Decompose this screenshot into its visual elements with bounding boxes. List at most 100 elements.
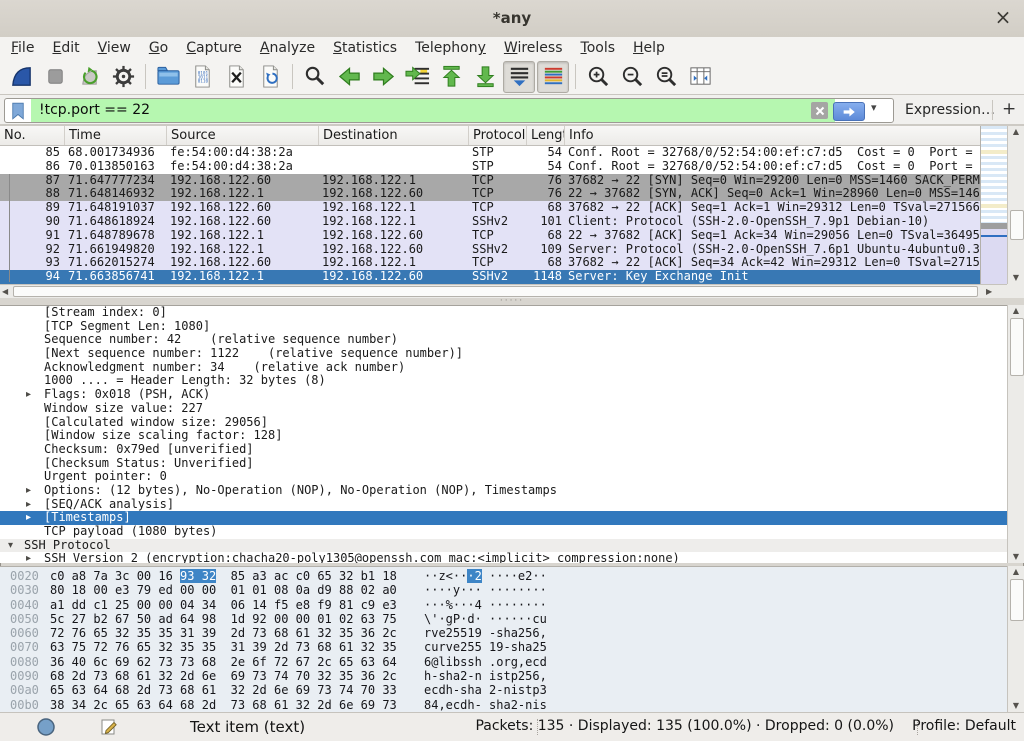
packet-row-88[interactable]: 8871.648146932192.168.122.1192.168.122.6… — [0, 187, 980, 201]
capture-comment-icon[interactable] — [100, 717, 119, 740]
pane-splitter[interactable]: ····· — [0, 298, 1024, 305]
go-first-packet-icon[interactable] — [435, 61, 467, 93]
filter-value[interactable]: !tcp.port == 22 — [39, 102, 150, 118]
hex-row-00b0[interactable]: 00b038 34 2c 65 63 64 68 2d 73 68 61 32 … — [0, 698, 1007, 712]
details-vscrollbar[interactable]: ▲ ▼ — [1007, 305, 1024, 563]
hex-row-0020[interactable]: 0020c0 a8 7a 3c 00 16 93 32 85 a3 ac c0 … — [0, 569, 1007, 583]
scroll-left-icon[interactable]: ◀ — [2, 286, 8, 298]
menu-edit[interactable]: Edit — [43, 37, 88, 59]
save-file-icon[interactable]: 010110110110 — [186, 61, 218, 93]
detail-line[interactable]: Window size value: 227 — [0, 402, 1007, 416]
go-last-packet-icon[interactable] — [469, 61, 501, 93]
column-header-protocol[interactable]: Protocol — [469, 126, 527, 145]
expression-button[interactable]: Expression… — [905, 102, 995, 118]
go-forward-icon[interactable] — [367, 61, 399, 93]
detail-line[interactable]: [Stream index: 0] — [0, 306, 1007, 320]
zoom-in-icon[interactable] — [582, 61, 614, 93]
restart-capture-icon[interactable] — [73, 61, 105, 93]
menu-statistics[interactable]: Statistics — [324, 37, 406, 59]
expand-icon[interactable]: ▸ — [26, 388, 31, 402]
close-file-icon[interactable] — [220, 61, 252, 93]
packet-row-90[interactable]: 9071.648618924192.168.122.60192.168.122.… — [0, 215, 980, 229]
menu-telephony[interactable]: Telephony — [406, 37, 495, 59]
bytes-vscrollbar[interactable]: ▲ ▼ — [1007, 566, 1024, 712]
detail-line[interactable]: ▸Options: (12 bytes), No-Operation (NOP)… — [0, 484, 1007, 498]
zoom-out-icon[interactable] — [616, 61, 648, 93]
menu-file[interactable]: File — [2, 37, 43, 59]
capture-options-icon[interactable] — [107, 61, 139, 93]
scroll-down-icon[interactable]: ▼ — [1008, 700, 1024, 712]
expand-icon[interactable]: ▸ — [26, 552, 31, 563]
scroll-down-icon[interactable]: ▼ — [1008, 551, 1024, 563]
zoom-original-icon[interactable] — [650, 61, 682, 93]
find-packet-icon[interactable] — [299, 61, 331, 93]
menu-analyze[interactable]: Analyze — [251, 37, 324, 59]
filter-clear-icon[interactable] — [811, 102, 828, 119]
scrollbar-thumb[interactable] — [1010, 210, 1024, 240]
auto-scroll-icon[interactable] — [503, 61, 535, 93]
detail-line[interactable]: ▸SSH Version 2 (encryption:chacha20-poly… — [0, 552, 1007, 563]
detail-line[interactable]: [Next sequence number: 1122 (relative se… — [0, 347, 1007, 361]
colorize-icon[interactable] — [537, 61, 569, 93]
expert-info-icon[interactable] — [36, 717, 56, 741]
window-close-icon[interactable]: × — [992, 5, 1014, 31]
status-profile[interactable]: Profile: Default — [912, 718, 1016, 734]
menu-help[interactable]: Help — [624, 37, 674, 59]
expand-icon[interactable]: ▸ — [26, 484, 31, 498]
hex-row-0030[interactable]: 003080 18 00 e3 79 ed 00 00 01 01 08 0a … — [0, 583, 1007, 597]
resize-columns-icon[interactable] — [684, 61, 716, 93]
detail-line[interactable]: [Window size scaling factor: 128] — [0, 429, 1007, 443]
title-bar[interactable]: *any × — [0, 0, 1024, 38]
scroll-right-icon[interactable]: ▶ — [986, 286, 992, 298]
column-header-length[interactable]: Length — [527, 126, 565, 145]
expand-icon[interactable]: ▸ — [26, 498, 31, 512]
scroll-up-icon[interactable]: ▲ — [1008, 566, 1024, 578]
menu-capture[interactable]: Capture — [177, 37, 251, 59]
filter-apply-icon[interactable] — [833, 102, 865, 121]
column-header-info[interactable]: Info — [565, 126, 980, 145]
go-to-packet-icon[interactable] — [401, 61, 433, 93]
hex-row-0080[interactable]: 008036 40 6c 69 62 73 73 68 2e 6f 72 67 … — [0, 655, 1007, 669]
scrollbar-thumb[interactable] — [1010, 318, 1024, 376]
packet-row-93[interactable]: 9371.662015274192.168.122.60192.168.122.… — [0, 256, 980, 270]
expand-icon[interactable]: ▸ — [26, 511, 31, 525]
detail-line[interactable]: Checksum: 0x79ed [unverified] — [0, 443, 1007, 457]
filter-dropdown-icon[interactable]: ▾ — [871, 101, 877, 114]
column-header-time[interactable]: Time — [65, 126, 167, 145]
detail-line[interactable]: 1000 .... = Header Length: 32 bytes (8) — [0, 374, 1007, 388]
hex-row-0070[interactable]: 007063 75 72 76 65 32 35 35 31 39 2d 73 … — [0, 640, 1007, 654]
stop-capture-icon[interactable] — [39, 61, 71, 93]
detail-line[interactable]: ▸Flags: 0x018 (PSH, ACK) — [0, 388, 1007, 402]
hex-row-0040[interactable]: 0040a1 dd c1 25 00 00 04 34 06 14 f5 e8 … — [0, 598, 1007, 612]
packet-row-85[interactable]: 8568.001734936fe:54:00:d4:38:2aSTP54Conf… — [0, 146, 980, 160]
packet-row-94[interactable]: 9471.663856741192.168.122.1192.168.122.6… — [0, 270, 980, 284]
go-back-icon[interactable] — [333, 61, 365, 93]
start-capture-icon[interactable] — [5, 61, 37, 93]
filter-bookmark-icon[interactable] — [7, 100, 29, 121]
scroll-up-icon[interactable]: ▲ — [1008, 126, 1024, 138]
menu-tools[interactable]: Tools — [572, 37, 625, 59]
detail-line[interactable]: ▾SSH Protocol — [0, 539, 1007, 553]
column-header-destination[interactable]: Destination — [319, 126, 469, 145]
menu-wireless[interactable]: Wireless — [495, 37, 572, 59]
collapse-icon[interactable]: ▾ — [8, 539, 13, 553]
detail-line[interactable]: Urgent pointer: 0 — [0, 470, 1007, 484]
scroll-down-icon[interactable]: ▼ — [1008, 272, 1024, 284]
scrollbar-thumb[interactable] — [13, 286, 978, 297]
hex-row-0050[interactable]: 00505c 27 b2 67 50 ad 64 98 1d 92 00 00 … — [0, 612, 1007, 626]
menu-view[interactable]: View — [89, 37, 140, 59]
packet-row-86[interactable]: 8670.013850163fe:54:00:d4:38:2aSTP54Conf… — [0, 160, 980, 174]
packet-row-89[interactable]: 8971.648191037192.168.122.60192.168.122.… — [0, 201, 980, 215]
display-filter-input[interactable]: !tcp.port == 22 ▾ — [4, 98, 894, 123]
reload-file-icon[interactable] — [254, 61, 286, 93]
packet-row-91[interactable]: 9171.648789678192.168.122.1192.168.122.6… — [0, 229, 980, 243]
menu-go[interactable]: Go — [140, 37, 177, 59]
detail-line[interactable]: [Checksum Status: Unverified] — [0, 457, 1007, 471]
open-file-icon[interactable] — [152, 61, 184, 93]
packet-row-92[interactable]: 9271.661949820192.168.122.1192.168.122.6… — [0, 243, 980, 257]
add-filter-button[interactable]: + — [1002, 99, 1016, 119]
packet-list-vscrollbar[interactable]: ▲ ▼ — [1007, 126, 1024, 284]
detail-line[interactable]: [TCP Segment Len: 1080] — [0, 320, 1007, 334]
packet-list-minimap[interactable] — [980, 126, 1007, 284]
packet-row-87[interactable]: 8771.647777234192.168.122.60192.168.122.… — [0, 174, 980, 188]
